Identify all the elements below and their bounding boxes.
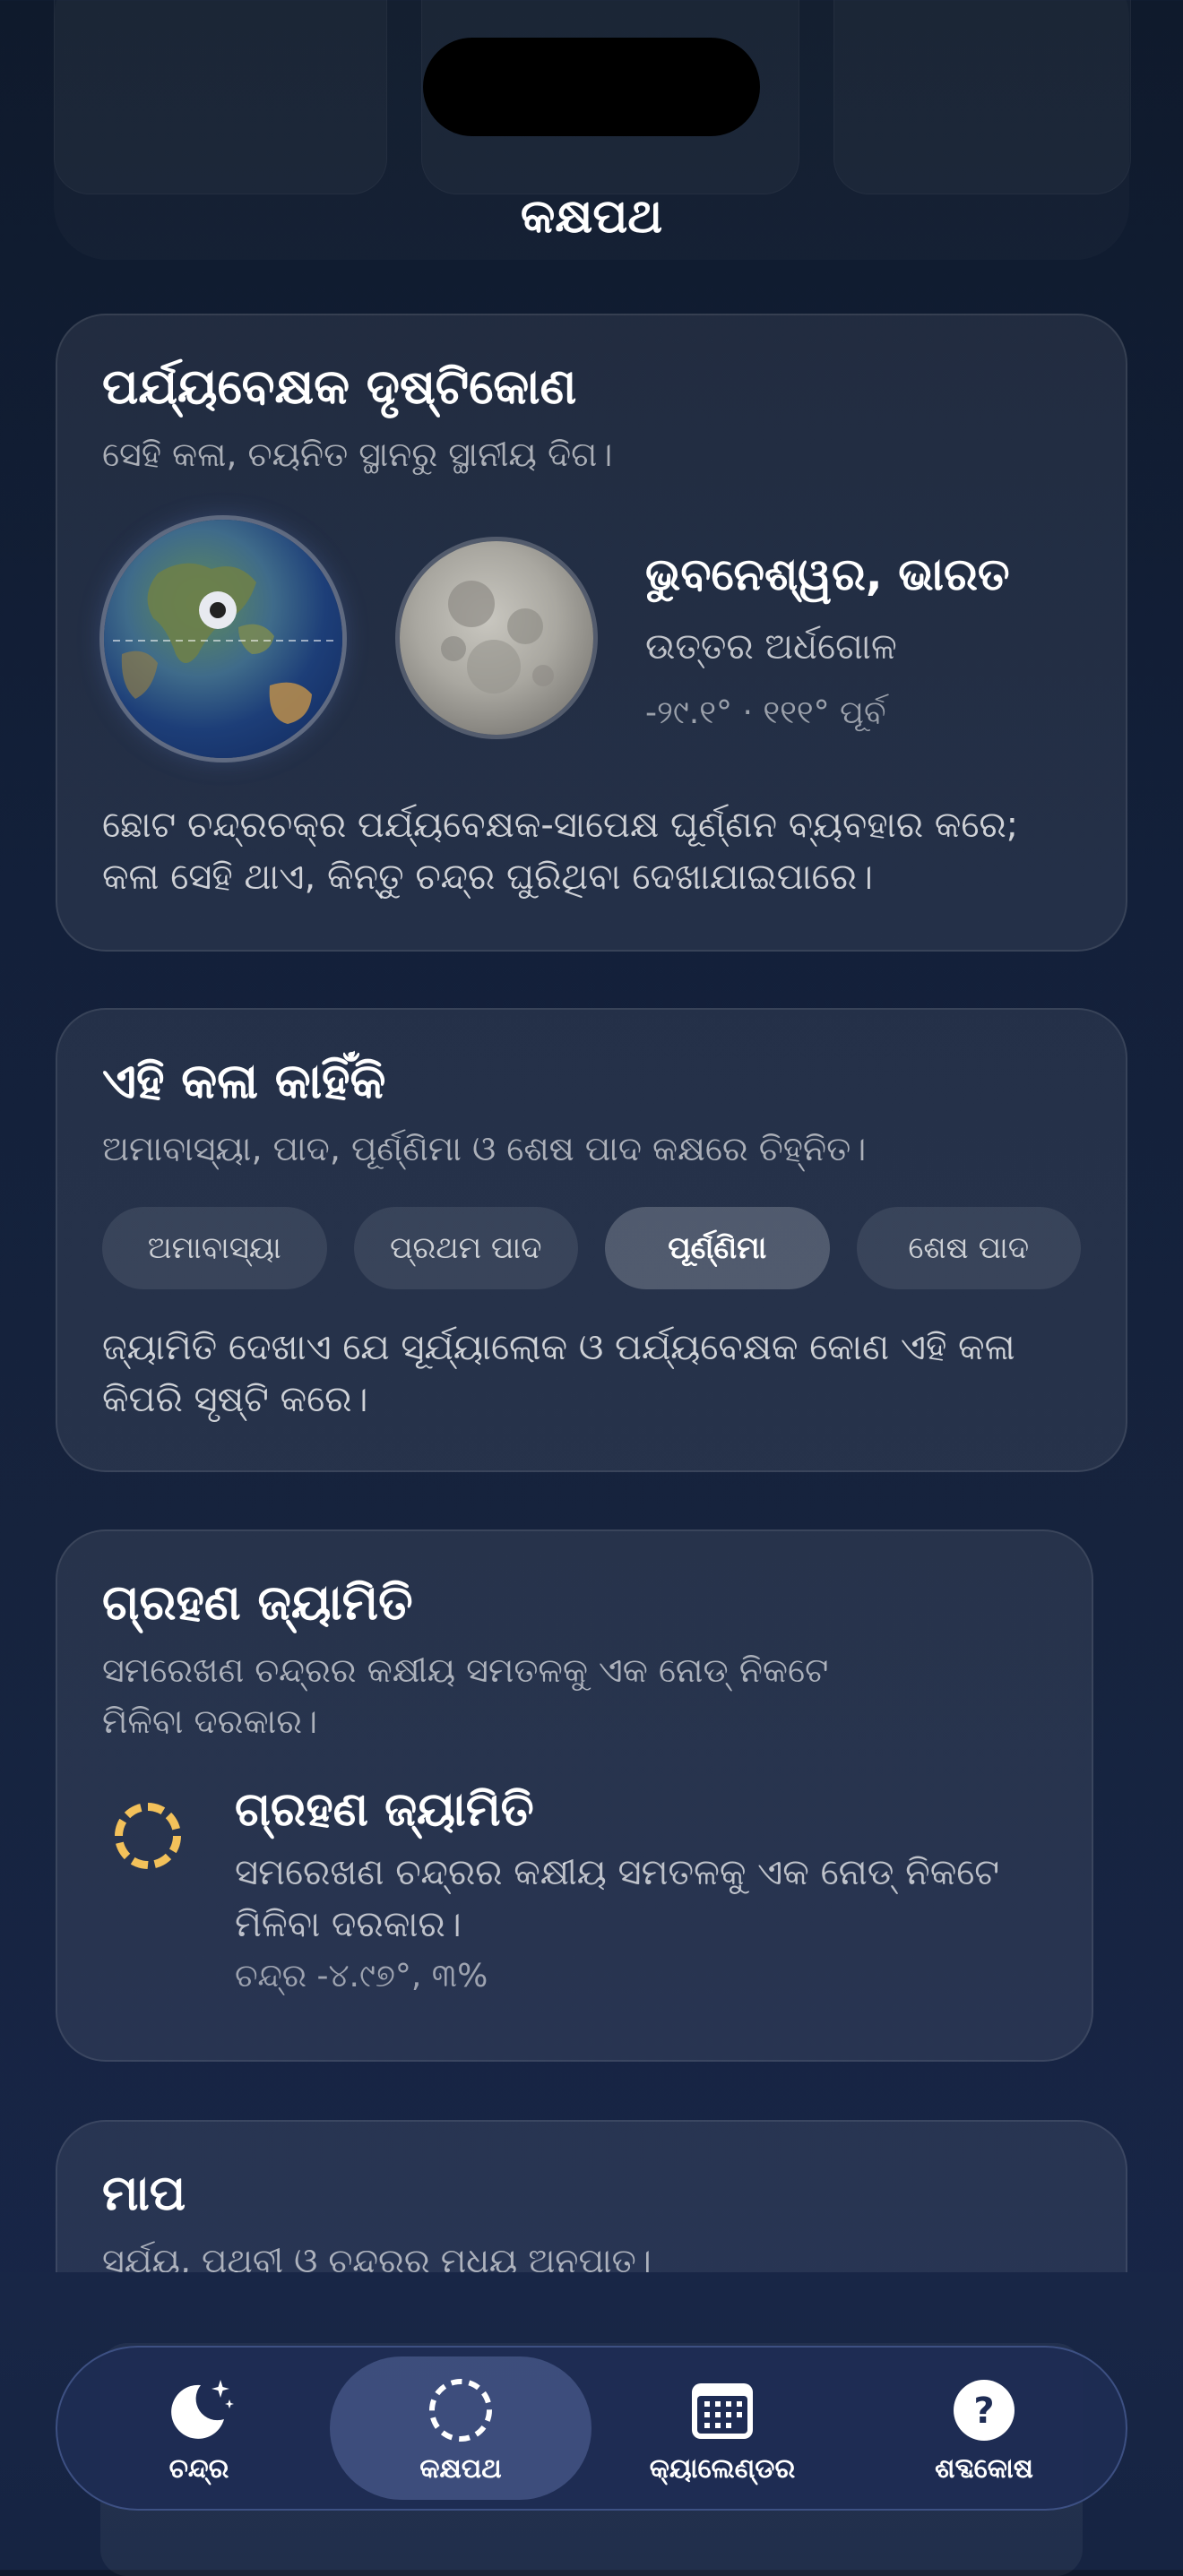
- chip-first-quarter[interactable]: ପ୍ରଥମ ପାଦ: [353, 1206, 578, 1289]
- tab-calendar[interactable]: କ୍ୟାଲେଣ୍ଡର: [592, 2356, 853, 2500]
- calendar-icon: [692, 2382, 753, 2439]
- chip-full-moon[interactable]: ପୂର୍ଣ୍ଣିମା: [605, 1206, 830, 1289]
- tab-label: କକ୍ଷପଥ: [419, 2452, 502, 2485]
- eclipse-row-subtitle: ସମରେଖଣ ଚନ୍ଦ୍ରର କକ୍ଷୀୟ ସମତଳକୁ ଏକ ନୋଡ୍ ନିକ…: [235, 1851, 1000, 1945]
- card-description: ଛୋଟ ଚନ୍ଦ୍ରଚକ୍ର ପର୍ଯ୍ୟବେକ୍ଷକ-ସାପେକ୍ଷ ଘୂର୍…: [102, 805, 1019, 898]
- eclipse-row-value: ଚନ୍ଦ୍ର -୪.୯୭°, ୩%: [235, 1957, 488, 1994]
- tab-label: ଶବ୍ଦକୋଷ: [935, 2452, 1033, 2485]
- card-subtitle: ସେହି କଳା, ଚୟନିତ ସ୍ଥାନରୁ ସ୍ଥାନୀୟ ଦିଗ।: [102, 434, 613, 474]
- location-pin-icon: [199, 591, 237, 629]
- moon-phase-image: [400, 541, 593, 735]
- tab-moon[interactable]: ଚନ୍ଦ୍ର: [68, 2356, 330, 2500]
- card-title: ଗ୍ରହଣ ଜ୍ୟାମିତି: [102, 1574, 413, 1631]
- card-subtitle: ଅମାବାସ୍ୟା, ପାଦ, ପୂର୍ଣ୍ଣିମା ଓ ଶେଷ ପାଦ କକ୍…: [102, 1128, 867, 1168]
- card-subtitle: ସୂର୍ଯ୍ୟ, ପୃଥିବୀ ଓ ଚନ୍ଦ୍ରର ମଧ୍ୟ ଅନୁପାତ।: [102, 2240, 652, 2272]
- faded-tile: [833, 0, 1131, 194]
- phase-chip-group: ଅମାବାସ୍ୟା ପ୍ରଥମ ପାଦ ପୂର୍ଣ୍ଣିମା ଶେଷ ପାଦ: [102, 1206, 1081, 1289]
- earth-globe: [104, 520, 342, 758]
- hemisphere-label: ଉତ୍ତର ଅର୍ଧଗୋଳ: [645, 626, 897, 668]
- card-title: ମାପ: [102, 2165, 186, 2221]
- measure-card: ମାପ ସୂର୍ଯ୍ୟ, ପୃଥିବୀ ଓ ଚନ୍ଦ୍ରର ମଧ୍ୟ ଅନୁପା…: [56, 2120, 1127, 2272]
- location-name: ଭୁବନେଶ୍ୱର, ଭାରତ: [645, 548, 1010, 600]
- chip-last-quarter[interactable]: ଶେଷ ପାଦ: [856, 1206, 1081, 1289]
- card-title: ପର୍ଯ୍ୟବେକ୍ଷକ ଦୃଷ୍ଟିକୋଣ: [102, 358, 577, 415]
- eclipse-row-title: ଗ୍ରହଣ ଜ୍ୟାମିତି: [235, 1782, 534, 1837]
- orbit-icon: [429, 2378, 492, 2442]
- tab-label: କ୍ୟାଲେଣ୍ଡର: [649, 2452, 796, 2485]
- measure-card-clip: ମାପ ସୂର୍ଯ୍ୟ, ପୃଥିବୀ ଓ ଚନ୍ଦ୍ରର ମଧ୍ୟ ଅନୁପା…: [0, 2120, 1183, 2272]
- coordinates-label: -୨୯.୧° · ୧୧୧° ପୂର୍ବ: [645, 694, 886, 731]
- dynamic-island: [423, 38, 760, 136]
- observer-perspective-card: ପର୍ଯ୍ୟବେକ୍ଷକ ଦୃଷ୍ଟିକୋଣ ସେହି କଳା, ଚୟନିତ ସ…: [56, 314, 1127, 952]
- eclipse-geometry-card: ଗ୍ରହଣ ଜ୍ୟାମିତି ସମରେଖଣ ଚନ୍ଦ୍ରର କକ୍ଷୀୟ ସମତ…: [56, 1529, 1093, 2062]
- faded-tile: [54, 0, 387, 194]
- dashed-ring-icon: [115, 1802, 181, 1869]
- phase-explanation-card: ଏହି କଳା କାହିଁକି ଅମାବାସ୍ୟା, ପାଦ, ପୂର୍ଣ୍ଣି…: [56, 1008, 1127, 1472]
- card-description: ଜ୍ୟାମିତି ଦେଖାଏ ଯେ ସୂର୍ଯ୍ୟାଲୋକ ଓ ପର୍ଯ୍ୟବେ…: [102, 1326, 1015, 1420]
- card-subtitle: ସମରେଖଣ ଚନ୍ଦ୍ରର କକ୍ଷୀୟ ସମତଳକୁ ଏକ ନୋଡ୍ ନିକ…: [102, 1650, 829, 1741]
- location-info: ଭୁବନେଶ୍ୱର, ଭାରତ ଉତ୍ତର ଅର୍ଧଗୋଳ -୨୯.୧° · ୧…: [645, 548, 1010, 732]
- tab-orbit[interactable]: କକ୍ଷପଥ: [330, 2356, 592, 2500]
- moon-stars-icon: [171, 2379, 234, 2439]
- tab-glossary[interactable]: ? ଶବ୍ଦକୋଷ: [853, 2356, 1115, 2500]
- tab-label: ଚନ୍ଦ୍ର: [168, 2452, 229, 2485]
- card-title: ଏହି କଳା କାହିଁକି: [102, 1053, 386, 1109]
- page-title: କକ୍ଷପଥ: [520, 190, 663, 244]
- tab-bar: ଚନ୍ଦ୍ର କକ୍ଷପଥ କ୍ୟାଲେଣ୍ଡର ? ଶବ୍ଦକୋଷ: [56, 2346, 1127, 2511]
- eclipse-info-row: ଗ୍ରହଣ ଜ୍ୟାମିତି ସମରେଖଣ ଚନ୍ଦ୍ରର କକ୍ଷୀୟ ସମତ…: [102, 1783, 1047, 2025]
- help-icon: ?: [954, 2379, 1015, 2441]
- chip-new-moon[interactable]: ଅମାବାସ୍ୟା: [102, 1206, 327, 1289]
- svg-text:?: ?: [973, 2391, 994, 2432]
